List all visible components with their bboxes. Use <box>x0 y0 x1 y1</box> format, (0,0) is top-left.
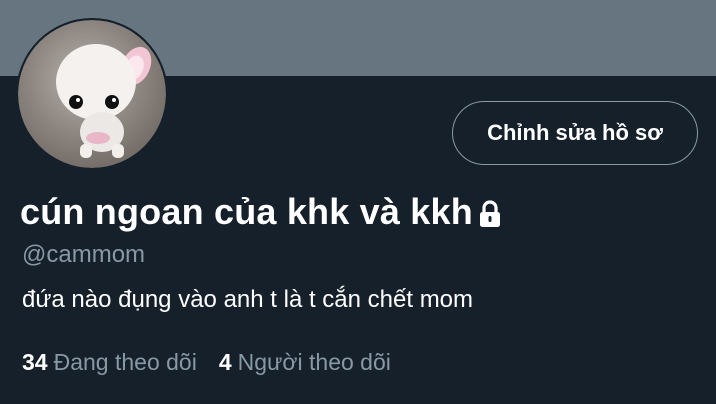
following-stat-link[interactable]: 34 Đang theo dõi <box>22 347 197 377</box>
profile-handle: @cammom <box>22 241 146 268</box>
following-count: 34 <box>22 349 48 375</box>
lock-icon <box>477 200 503 228</box>
avatar[interactable] <box>16 18 168 170</box>
following-label: Đang theo dõi <box>53 349 197 375</box>
followers-label: Người theo dõi <box>237 349 391 375</box>
display-name: cún ngoan của khk và kkh <box>20 191 473 232</box>
profile-bio: đứa nào đụng vào anh t là t cắn chết mom <box>22 286 474 313</box>
followers-count: 4 <box>218 349 232 375</box>
profile-stats: 34 Đang theo dõi 4 Người theo dõi <box>22 347 413 377</box>
profile-name-row: cún ngoan của khk và kkh <box>20 190 503 234</box>
edit-profile-button[interactable]: Chỉnh sửa hồ sơ <box>452 101 698 165</box>
followers-stat-link[interactable]: 4 Người theo dõi <box>219 347 391 377</box>
avatar-image <box>18 20 166 168</box>
